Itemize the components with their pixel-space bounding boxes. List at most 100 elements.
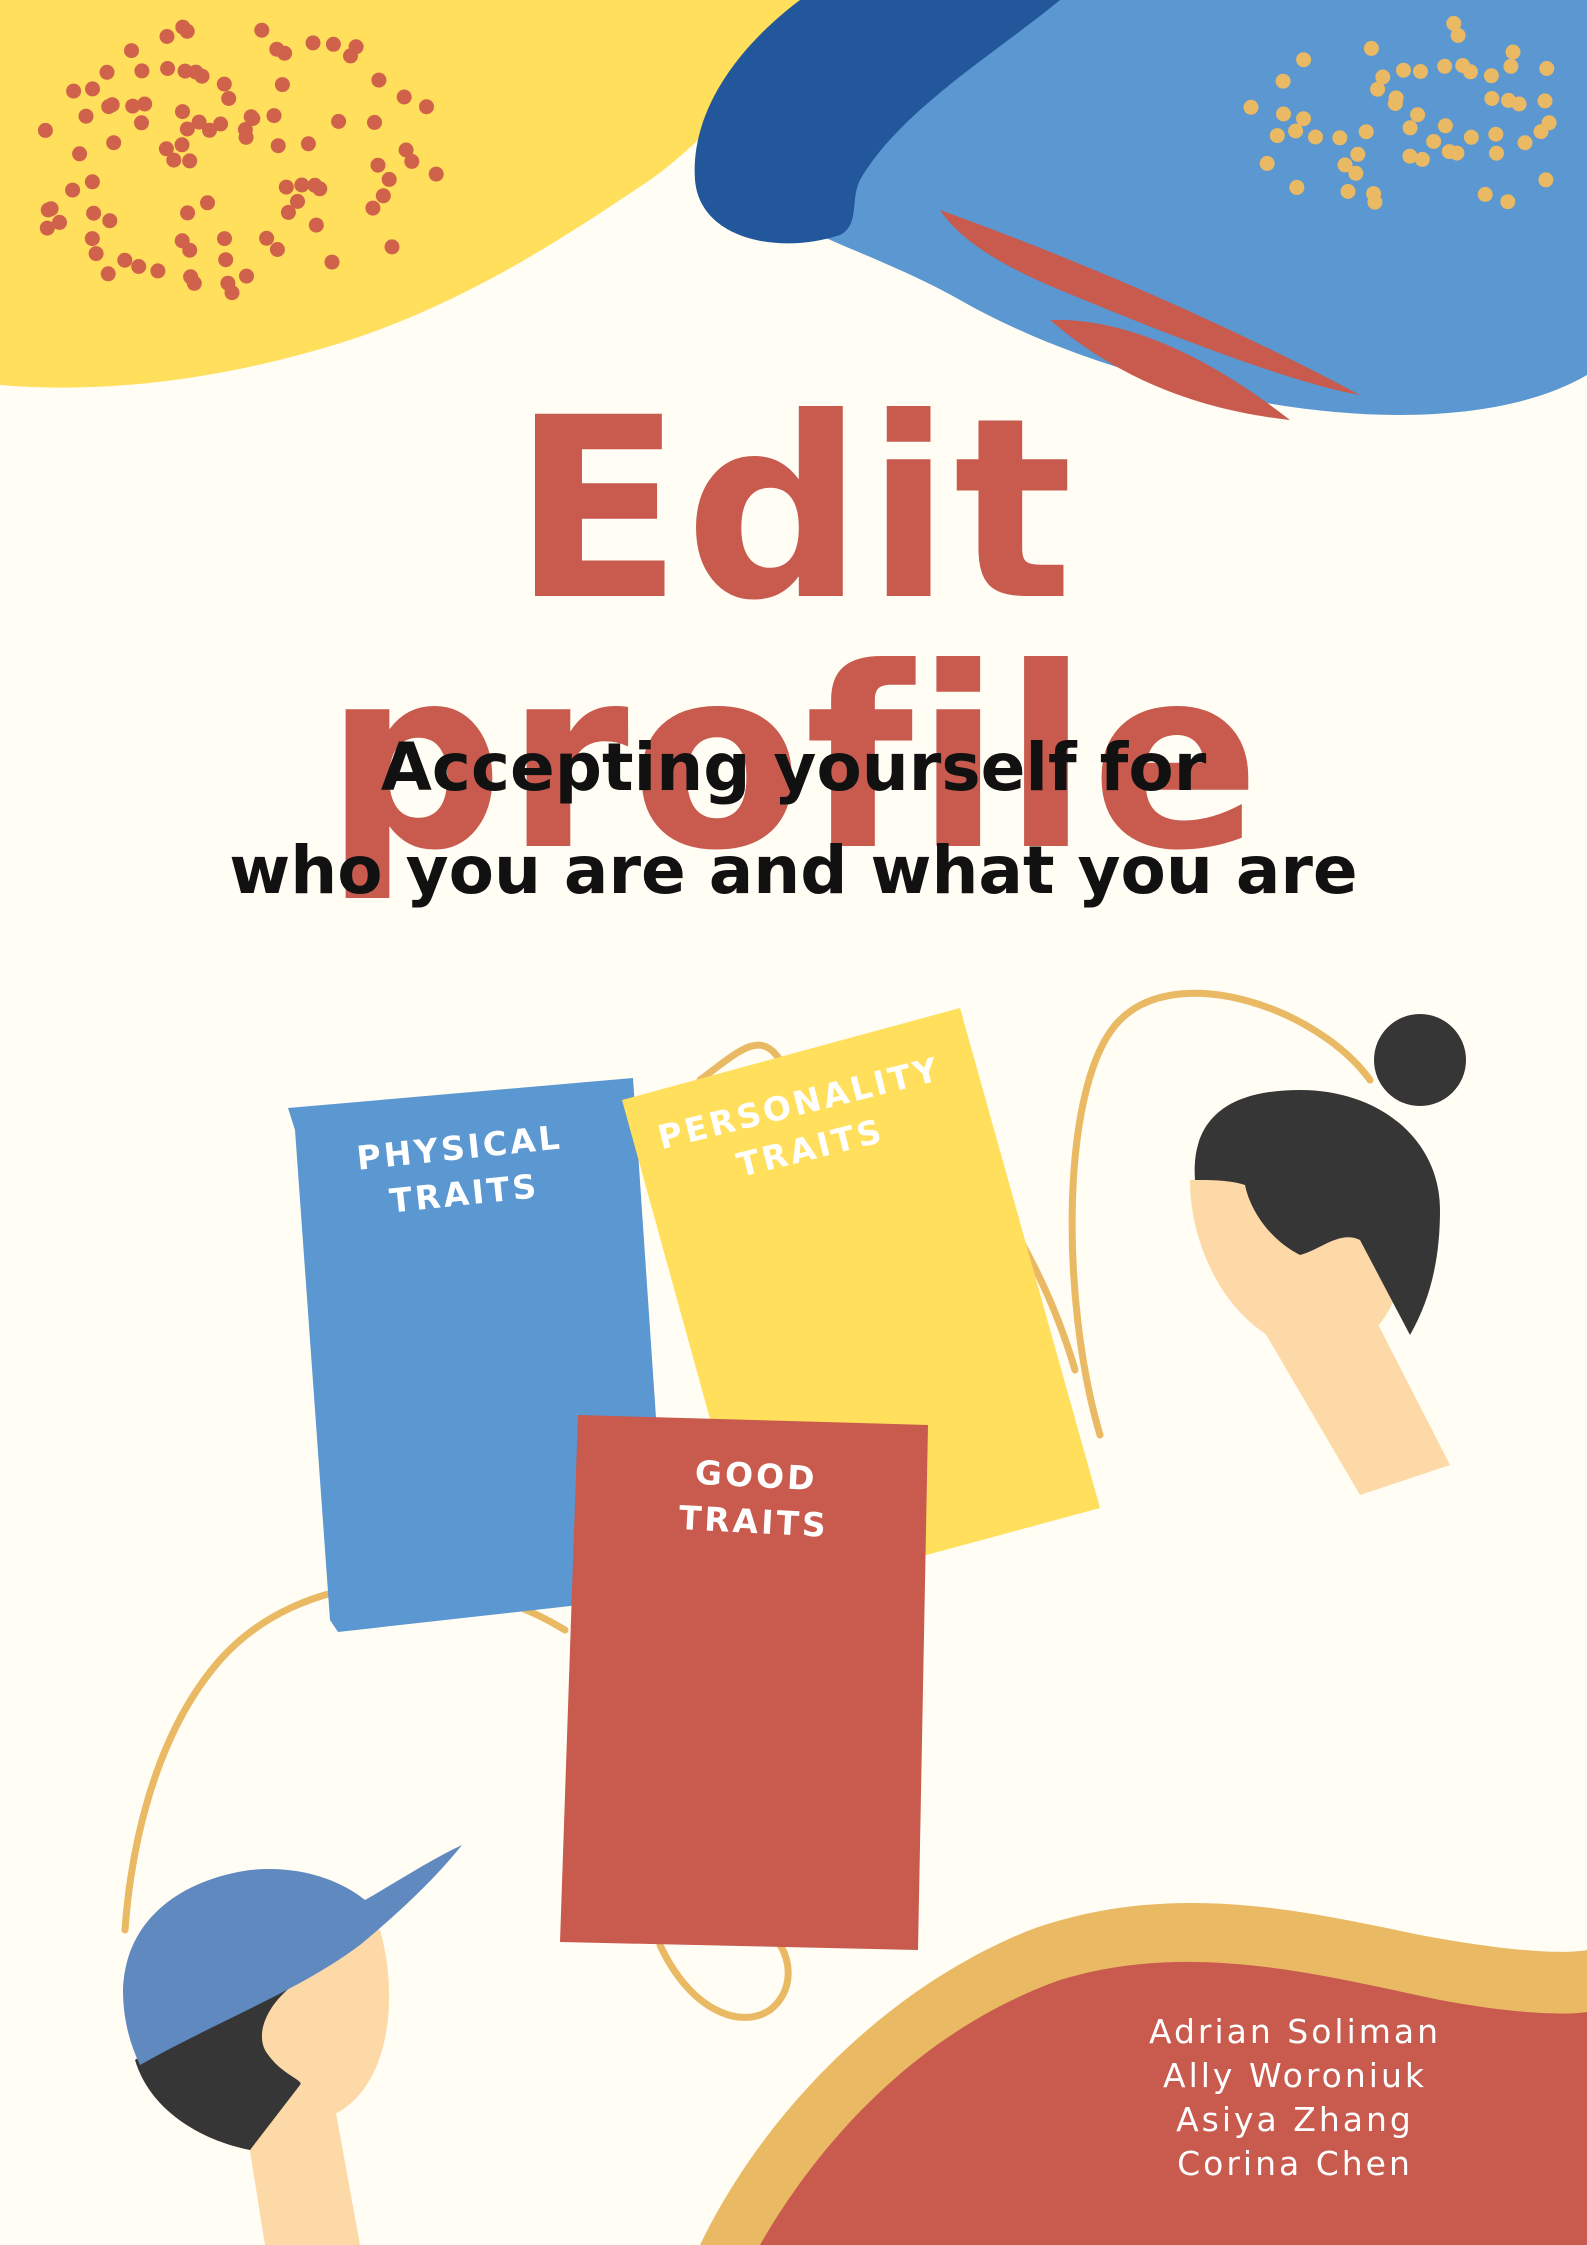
dot-icon — [1396, 62, 1411, 78]
dot-icon — [1537, 93, 1553, 109]
dot-icon — [37, 122, 53, 138]
dot-icon — [294, 177, 310, 193]
author-name: Adrian Soliman — [1148, 2012, 1442, 2051]
dot-icon — [274, 77, 290, 93]
subtitle-line-1: Accepting yourself for — [380, 729, 1207, 806]
dot-icon — [150, 263, 166, 279]
page-title: Edit profile — [324, 364, 1263, 905]
dot-icon — [1505, 44, 1521, 60]
dot-icon — [1463, 129, 1479, 145]
dot-icon — [1449, 145, 1465, 161]
dot-icon — [217, 231, 232, 247]
dot-icon — [300, 136, 316, 152]
dot-icon — [99, 64, 115, 80]
dot-icon — [66, 83, 82, 99]
dot-icon — [1450, 27, 1466, 43]
dot-icon — [1488, 126, 1504, 142]
dot-icon — [1533, 124, 1549, 140]
dot-icon — [381, 171, 397, 187]
dot-icon — [1402, 148, 1418, 164]
dot-icon — [1296, 52, 1312, 68]
dot-icon — [1511, 96, 1527, 112]
dot-icon — [1296, 111, 1311, 127]
dot-icon — [1489, 145, 1504, 161]
dot-icon — [1426, 134, 1442, 149]
dot-icon — [85, 81, 100, 97]
dot-icon — [84, 174, 100, 190]
dot-icon — [216, 76, 232, 92]
dot-icon — [106, 135, 122, 151]
dot-icon — [88, 246, 104, 262]
dot-icon — [86, 205, 102, 221]
dot-icon — [1340, 184, 1356, 199]
dot-icon — [371, 72, 387, 88]
dot-icon — [1437, 118, 1453, 134]
good-traits-label: GOOD TRAITS — [677, 1452, 830, 1546]
dot-icon — [278, 179, 294, 195]
dot-icon — [1483, 68, 1499, 84]
dot-icon — [367, 114, 382, 130]
dot-icon — [218, 252, 234, 268]
dot-icon — [175, 104, 190, 120]
dot-icon — [1503, 58, 1519, 74]
dot-icon — [1288, 123, 1304, 139]
dot-icon — [202, 122, 217, 138]
dot-icon — [72, 146, 88, 162]
dot-icon — [221, 91, 237, 106]
dot-icon — [1269, 128, 1285, 144]
dot-icon — [1289, 179, 1305, 195]
dot-icon — [1332, 130, 1348, 146]
dot-icon — [308, 217, 324, 233]
dot-icon — [124, 43, 139, 59]
dot-icon — [238, 129, 254, 145]
dot-icon — [1337, 157, 1353, 173]
dot-icon — [1539, 61, 1555, 76]
dot-icon — [78, 108, 94, 124]
subtitle-line-2: who you are and what you are — [229, 832, 1358, 909]
author-list: Adrian Soliman Ally Woroniuk Asiya Zhang… — [1090, 2010, 1500, 2186]
dot-icon — [1363, 40, 1379, 56]
boy-with-cap-icon — [123, 1845, 462, 2245]
dot-icon — [1350, 146, 1366, 162]
dot-icon — [182, 242, 198, 258]
author-name: Asiya Zhang — [1176, 2100, 1414, 2139]
dot-icon — [65, 182, 81, 198]
dot-icon — [419, 99, 434, 115]
dot-icon — [180, 205, 196, 221]
poster-cover: Edit profile Accepting yourself for who … — [0, 0, 1587, 2245]
yellow-blob-icon — [0, 0, 800, 388]
dot-icon — [1500, 194, 1516, 210]
dot-icon — [43, 201, 59, 217]
dot-icon — [186, 275, 202, 291]
dot-icon — [174, 137, 190, 153]
dot-icon — [104, 97, 120, 113]
dot-icon — [1308, 129, 1323, 145]
dot-icon — [1484, 91, 1500, 106]
dot-icon — [175, 19, 191, 35]
dot-icon — [307, 177, 323, 193]
dot-icon — [266, 108, 282, 124]
dot-icon — [131, 259, 147, 274]
dot-icon — [305, 35, 321, 51]
dot-icon — [1455, 58, 1471, 73]
dot-icon — [259, 230, 275, 246]
dot-icon — [39, 220, 55, 236]
dot-icon — [269, 242, 285, 257]
dot-icon — [1410, 107, 1426, 123]
dot-icon — [1388, 90, 1404, 106]
dot-icon — [117, 252, 133, 268]
dot-icon — [1370, 81, 1386, 97]
dot-icon — [100, 266, 116, 282]
dot-icon — [220, 275, 236, 291]
dot-icon — [1402, 120, 1418, 136]
dot-icon — [158, 141, 174, 157]
dot-icon — [384, 239, 400, 255]
dot-icon — [370, 157, 386, 173]
author-name: Ally Woroniuk — [1163, 2056, 1427, 2095]
dot-icon — [331, 113, 347, 129]
string-icon — [656, 1941, 792, 2021]
string-icon — [121, 1580, 569, 1934]
dot-icon — [1366, 186, 1382, 202]
dot-icon — [277, 45, 293, 61]
dot-icon — [1413, 64, 1428, 79]
